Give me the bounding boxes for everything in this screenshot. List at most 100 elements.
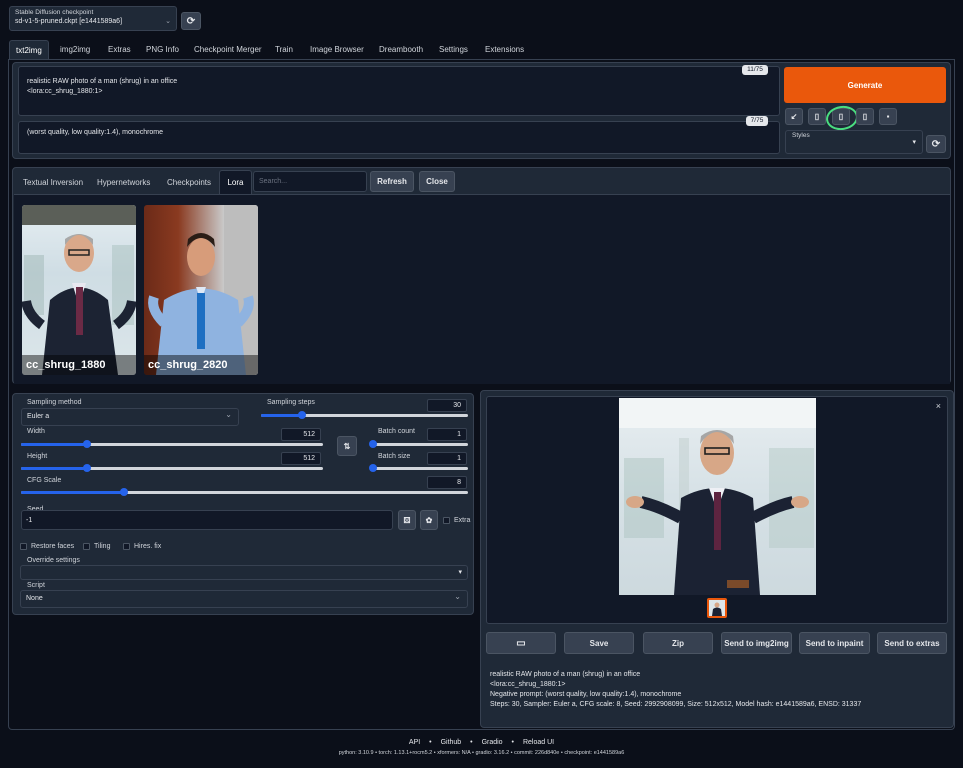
sampling-method-value: Euler a <box>27 413 50 420</box>
checkpoint-label: Stable Diffusion checkpoint <box>15 9 94 16</box>
swap-icon: ⇅ <box>343 441 351 451</box>
trash-button[interactable]: ▯ <box>808 108 826 125</box>
thumbnail-image <box>712 602 722 616</box>
gallery-thumbnail[interactable] <box>707 598 727 618</box>
height-input[interactable]: 512 <box>281 452 321 465</box>
slider-handle[interactable] <box>83 464 91 472</box>
slider-fill <box>21 443 87 446</box>
dropdown-arrow-icon: ▾ <box>912 139 916 146</box>
footer-link-api[interactable]: API <box>409 739 420 746</box>
tab-png-info[interactable]: PNG Info <box>146 40 179 60</box>
prompt-input[interactable]: realistic RAW photo of a man (shrug) in … <box>18 66 780 116</box>
sampling-steps-slider[interactable] <box>261 411 468 419</box>
lora-cards-area: cc_shrug_1880 cc_shrug_2820 <box>14 194 950 384</box>
checkpoint-value: sd-v1-5-pruned.ckpt [e1441589a6] <box>15 18 123 25</box>
height-slider[interactable] <box>21 464 323 472</box>
open-folder-button[interactable]: ▭ <box>486 632 556 654</box>
footer-link-github[interactable]: Github <box>441 739 462 746</box>
settings-panel: Sampling method Euler a ⌄ Sampling steps… <box>12 393 474 615</box>
tab-underline <box>9 59 954 60</box>
negative-prompt-text: (worst quality, low quality:1.4), monoch… <box>27 129 164 136</box>
checkpoint-panel: Stable Diffusion checkpoint sd-v1-5-prun… <box>9 6 177 31</box>
send-to-inpaint-button[interactable]: Send to inpaint <box>799 632 870 654</box>
footer-link-gradio[interactable]: Gradio <box>482 739 503 746</box>
extra-checkbox[interactable] <box>443 517 450 524</box>
slider-handle[interactable] <box>298 411 306 419</box>
batch-count-input[interactable]: 1 <box>427 428 467 441</box>
refresh-icon: ⟳ <box>186 15 196 27</box>
extra-tab-lora[interactable]: Lora <box>219 170 252 194</box>
tab-extensions[interactable]: Extensions <box>485 40 524 60</box>
search-placeholder: Search... <box>259 178 288 185</box>
lora-search-input[interactable]: Search... <box>253 171 367 192</box>
seed-input[interactable]: -1 <box>21 510 393 530</box>
zip-button[interactable]: Zip <box>643 632 713 654</box>
hires-fix-checkbox[interactable] <box>123 543 130 550</box>
checkpoint-dropdown[interactable]: sd-v1-5-pruned.ckpt [e1441589a6] ⌄ <box>12 17 175 30</box>
slider-handle[interactable] <box>120 488 128 496</box>
extra-tab-textual-inversion[interactable]: Textual Inversion <box>23 178 83 187</box>
override-settings-dropdown[interactable]: ▾ <box>20 565 468 580</box>
reuse-seed-button[interactable]: ✿ <box>420 510 438 530</box>
close-button[interactable]: Close <box>419 171 455 192</box>
height-label: Height <box>27 453 48 460</box>
tab-extras[interactable]: Extras <box>108 40 131 60</box>
prompt-token-counter: 11/75 <box>742 65 768 75</box>
lora-card[interactable]: cc_shrug_1880 <box>22 205 136 375</box>
generation-info: realistic RAW photo of a man (shrug) in … <box>490 670 950 720</box>
batch-size-slider[interactable] <box>369 464 468 472</box>
tab-img2img[interactable]: img2img <box>60 40 90 60</box>
send-to-extras-button[interactable]: Send to extras <box>877 632 947 654</box>
send-to-img2img-button[interactable]: Send to img2img <box>721 632 792 654</box>
prompt-panel: realistic RAW photo of a man (shrug) in … <box>12 62 951 159</box>
footer-versions: python: 3.10.9 • torch: 1.13.1+rocm5.2 •… <box>338 750 625 756</box>
cfg-scale-label: CFG Scale <box>27 477 62 484</box>
slider-handle[interactable] <box>369 440 377 448</box>
tab-image-browser[interactable]: Image Browser <box>310 40 364 60</box>
batch-size-input[interactable]: 1 <box>427 452 467 465</box>
read-params-button[interactable]: ↙ <box>785 108 803 125</box>
tab-settings[interactable]: Settings <box>439 40 468 60</box>
refresh-button[interactable]: Refresh <box>370 171 414 192</box>
cfg-scale-input[interactable]: 8 <box>427 476 467 489</box>
clipboard-button[interactable]: ▯ <box>856 108 874 125</box>
restore-faces-checkbox[interactable] <box>20 543 27 550</box>
extra-tab-hypernetworks[interactable]: Hypernetworks <box>97 178 150 187</box>
sampling-method-dropdown[interactable]: Euler a ⌄ <box>21 408 239 426</box>
refresh-checkpoint-button[interactable]: ⟳ <box>181 12 201 30</box>
sampling-steps-input[interactable]: 30 <box>427 399 467 412</box>
styles-dropdown[interactable]: Styles ▾ <box>785 130 923 154</box>
random-seed-button[interactable]: ⚄ <box>398 510 416 530</box>
tiling-checkbox[interactable] <box>83 543 90 550</box>
tab-train[interactable]: Train <box>275 40 293 60</box>
close-icon[interactable]: × <box>936 401 941 411</box>
refresh-styles-button[interactable]: ⟳ <box>926 135 946 153</box>
width-slider[interactable] <box>21 440 323 448</box>
slider-handle[interactable] <box>369 464 377 472</box>
script-dropdown[interactable]: None ⌄ <box>20 590 468 608</box>
extra-tab-checkpoints[interactable]: Checkpoints <box>167 178 211 187</box>
slider-handle[interactable] <box>83 440 91 448</box>
slider-fill <box>21 467 87 470</box>
swap-dimensions-button[interactable]: ⇅ <box>337 436 357 456</box>
tab-checkpoint-merger[interactable]: Checkpoint Merger <box>194 40 262 60</box>
save-button[interactable]: Save <box>564 632 634 654</box>
footer-link-reload[interactable]: Reload UI <box>523 739 554 746</box>
batch-count-slider[interactable] <box>369 440 468 448</box>
override-settings-label: Override settings <box>27 557 80 564</box>
cfg-scale-slider[interactable] <box>21 488 468 496</box>
negative-prompt-input[interactable]: (worst quality, low quality:1.4), monoch… <box>18 121 780 154</box>
save-style-button[interactable]: ▪ <box>879 108 897 125</box>
width-input[interactable]: 512 <box>281 428 321 441</box>
prompt-line-2: <lora:cc_shrug_1880:1> <box>27 88 103 95</box>
restore-faces-label: Restore faces <box>31 543 75 550</box>
lora-card[interactable]: cc_shrug_2820 <box>144 205 258 375</box>
tab-dreambooth[interactable]: Dreambooth <box>379 40 423 60</box>
output-image[interactable] <box>619 398 816 595</box>
card-name: cc_shrug_1880 <box>22 355 136 375</box>
sampling-steps-label: Sampling steps <box>267 399 315 406</box>
tab-txt2img[interactable]: txt2img <box>9 40 49 60</box>
main-tabs: txt2img img2img Extras PNG Info Checkpoi… <box>9 40 954 61</box>
card-thumbnail <box>22 205 136 375</box>
generate-button[interactable]: Generate <box>784 67 946 103</box>
